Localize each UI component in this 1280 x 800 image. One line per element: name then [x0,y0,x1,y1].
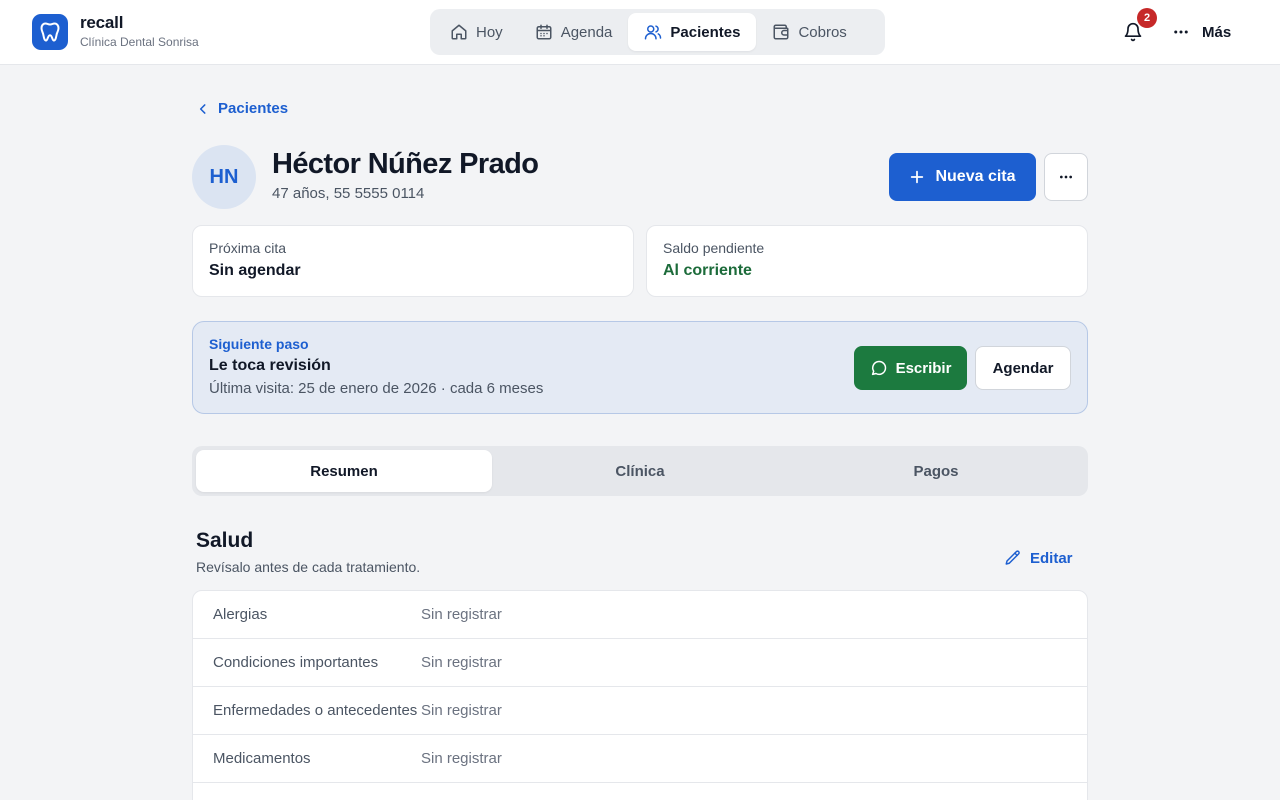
patient-tabs: Resumen Clínica Pagos [192,446,1088,496]
card-label: Saldo pendiente [663,240,765,256]
schedule-button[interactable]: Agendar [975,346,1071,390]
home-icon [450,23,468,41]
nav-item-pacientes[interactable]: Pacientes [628,13,757,51]
nav-item-label: Hoy [476,23,503,41]
nav-item-label: Cobros [798,23,847,41]
edit-health-button[interactable]: Editar [1004,549,1073,567]
new-appointment-label: Nueva cita [935,168,1016,185]
next-appointment-card: Próxima cita Sin agendar [192,225,634,297]
nav-item-label: Agenda [560,23,613,41]
more-dots-icon [1172,23,1190,41]
patient-options-button[interactable] [1044,153,1088,201]
health-table: Alergias Sin registrar Condiciones impor… [192,590,1088,800]
notifications-badge: 2 [1137,8,1157,28]
more-label: Más [1202,23,1232,41]
next-step-banner: Siguiente paso Le toca revisión Última v… [192,321,1088,414]
users-icon [644,23,662,41]
health-row-value: Sin registrar [421,750,502,767]
nav-item-cobros[interactable]: Cobros [756,13,862,51]
top-bar: recall Clínica Dental Sonrisa Hoy Agenda… [0,0,1280,65]
chevron-left-icon [196,102,210,116]
card-value: Al corriente [663,262,752,279]
tooth-logo-icon [32,14,68,50]
new-appointment-button[interactable]: Nueva cita [889,153,1036,201]
pencil-icon [1004,549,1022,567]
nav-item-label: Pacientes [670,23,741,41]
health-row-value: Sin registrar [421,702,502,719]
plus-icon [909,169,925,185]
card-value: Sin agendar [209,262,301,279]
back-label: Pacientes [218,100,289,117]
health-section-subtitle: Revísalo antes de cada tratamiento. [196,559,421,575]
patient-info: 47 años, 55 5555 0114 [272,185,425,202]
health-row-label: Condiciones importantes [213,654,379,671]
chat-bubble-icon [870,359,888,377]
back-to-patients-link[interactable]: Pacientes [196,100,288,117]
tab-clinica[interactable]: Clínica [492,450,788,492]
health-row-label: Alergias [213,606,268,623]
health-row-medicamentos: Medicamentos Sin registrar [193,735,1087,783]
next-step-label: Siguiente paso [209,336,309,352]
patient-avatar: HN [192,145,256,209]
ellipsis-icon [1058,169,1074,185]
edit-label: Editar [1030,549,1073,567]
card-label: Próxima cita [209,240,287,256]
next-step-title: Le toca revisión [209,357,331,374]
write-button[interactable]: Escribir [854,346,967,390]
clinic-name: Clínica Dental Sonrisa [80,35,199,49]
tab-pagos[interactable]: Pagos [788,450,1084,492]
nav-item-hoy[interactable]: Hoy [434,13,519,51]
health-row-condiciones: Condiciones importantes Sin registrar [193,639,1087,687]
health-row-alergias: Alergias Sin registrar [193,591,1087,639]
write-label: Escribir [895,359,952,377]
main-nav: Hoy Agenda Pacientes Cobros [430,9,885,55]
brand[interactable]: recall Clínica Dental Sonrisa [32,14,199,50]
health-row-value: Sin registrar [421,654,502,671]
patient-name: Héctor Núñez Prado [272,148,539,180]
health-row-value: Sin registrar [421,606,502,623]
more-menu-button[interactable]: Más [1172,18,1231,46]
nav-item-agenda[interactable]: Agenda [519,13,629,51]
wallet-icon [772,23,790,41]
health-row-label: Medicamentos [213,750,311,767]
tab-resumen[interactable]: Resumen [196,450,492,492]
health-row-label: Enfermedades o antecedentes [213,702,418,719]
calendar-icon [535,23,553,41]
next-step-subtitle: Última visita: 25 de enero de 2026 · cad… [209,380,544,397]
brand-name: recall [80,13,124,32]
health-row-enfermedades: Enfermedades o antecedentes Sin registra… [193,687,1087,735]
balance-card: Saldo pendiente Al corriente [646,225,1088,297]
health-section-title: Salud [196,529,254,552]
